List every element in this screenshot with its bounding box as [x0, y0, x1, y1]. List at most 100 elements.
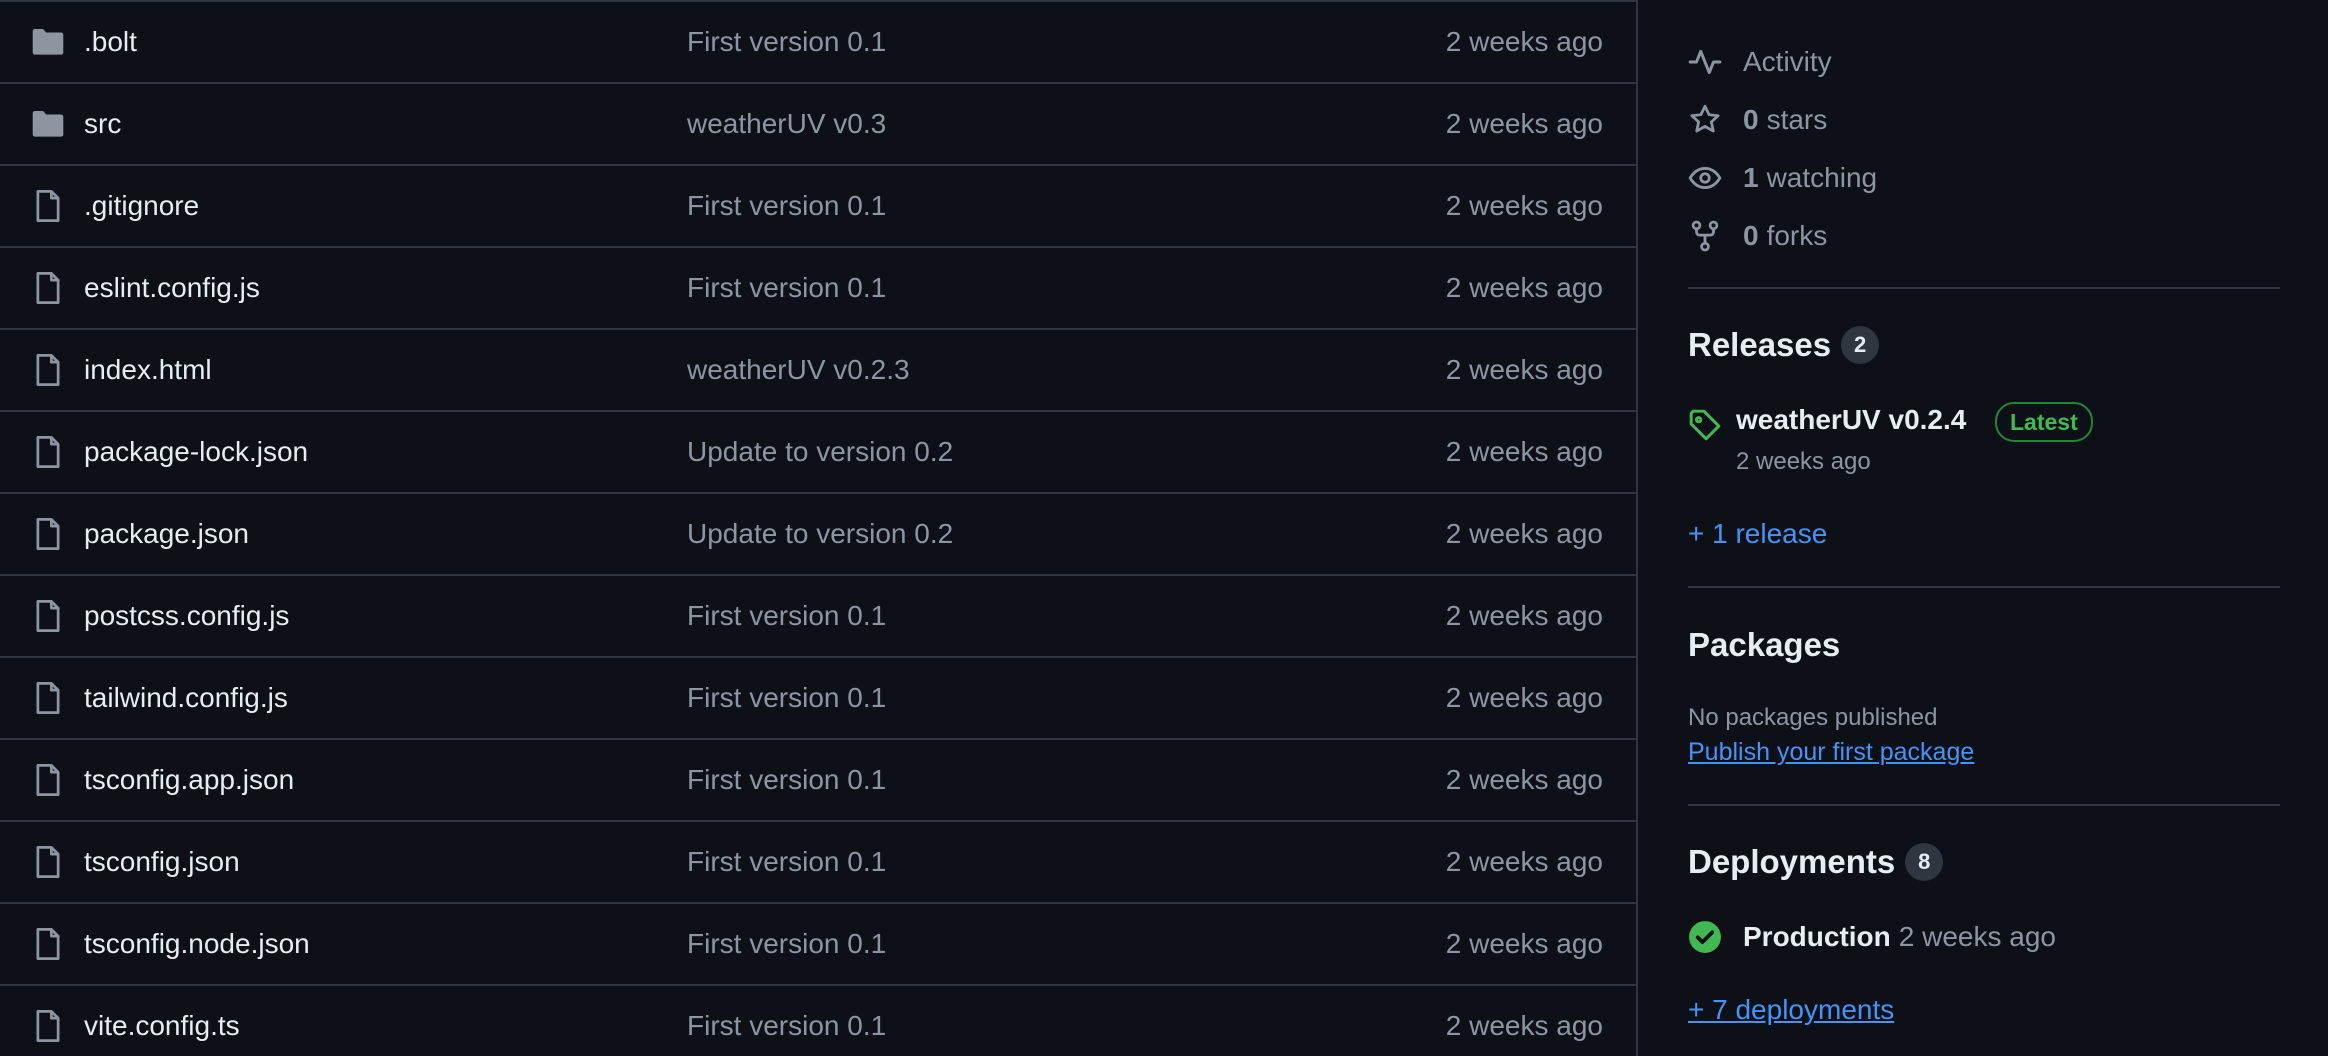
commit-message-link[interactable]: First version 0.1 [687, 904, 886, 984]
commit-message-link[interactable]: Update to version 0.2 [687, 412, 953, 492]
file-icon [36, 846, 60, 878]
commit-time: 2 weeks ago [1445, 26, 1603, 57]
file-row[interactable]: postcss.config.js First version 0.1 2 week… [0, 574, 1636, 656]
file-name-link[interactable]: src [84, 84, 121, 164]
commit-time: 2 weeks ago [1445, 846, 1603, 877]
divider [1688, 804, 2280, 806]
file-name-link[interactable]: .gitignore [84, 166, 199, 246]
file-row[interactable]: tsconfig.node.json First version 0.1 2 wee… [0, 902, 1636, 984]
deployments-count-badge: 8 [1905, 843, 1944, 881]
packages-title: Packages [1688, 626, 1841, 663]
file-name-link[interactable]: tsconfig.node.json [84, 904, 310, 984]
file-name-link[interactable]: index.html [84, 330, 212, 410]
commit-time: 2 weeks ago [1445, 354, 1603, 385]
deployments-title: Deployments [1688, 843, 1896, 880]
stars-label: stars [1766, 104, 1828, 135]
commit-message-link[interactable]: First version 0.1 [687, 822, 886, 902]
file-row[interactable]: vite.config.ts First version 0.1 2 weeks a… [0, 984, 1636, 1056]
commit-time: 2 weeks ago [1445, 928, 1603, 959]
commit-message-link[interactable]: First version 0.1 [687, 248, 886, 328]
commit-message-link[interactable]: Update to version 0.2 [687, 494, 953, 574]
file-name-link[interactable]: tailwind.config.js [84, 658, 288, 738]
commit-message-link[interactable]: First version 0.1 [687, 740, 886, 820]
pulse-icon [1688, 49, 1722, 75]
file-row[interactable]: tsconfig.app.json First version 0.1 2 week… [0, 738, 1636, 820]
file-icon [36, 928, 60, 960]
file-icon [36, 764, 60, 796]
commit-time: 2 weeks ago [1445, 1010, 1603, 1041]
check-circle-icon [1689, 921, 1721, 953]
file-icon [36, 682, 60, 714]
file-icon [36, 600, 60, 632]
watching-label: watching [1766, 162, 1878, 193]
commit-message-link[interactable]: First version 0.1 [687, 986, 886, 1056]
file-row[interactable]: tsconfig.json First version 0.1 2 weeks ag… [0, 820, 1636, 902]
commit-message-link[interactable]: First version 0.1 [687, 658, 886, 738]
file-row[interactable]: src weatherUV v0.3 2 weeks ago [0, 82, 1636, 164]
file-row[interactable]: .bolt First version 0.1 2 weeks ago [0, 0, 1636, 82]
releases-title: Releases [1688, 326, 1832, 363]
fork-icon [1691, 220, 1719, 252]
divider [1688, 586, 2280, 588]
commit-time: 2 weeks ago [1445, 518, 1603, 549]
release-date: 2 weeks ago [1736, 448, 1871, 475]
file-row[interactable]: package-lock.json Update to version 0.2 2 … [0, 410, 1636, 492]
commit-time: 2 weeks ago [1445, 600, 1603, 631]
deployment-production: Production 2 weeks ago [1688, 920, 2056, 954]
file-row[interactable]: package.json Update to version 0.2 2 weeks… [0, 492, 1636, 574]
commit-time: 2 weeks ago [1445, 108, 1603, 139]
file-name-link[interactable]: eslint.config.js [84, 248, 260, 328]
more-releases-link[interactable]: + 1 release [1688, 518, 1827, 550]
latest-badge: Latest [1995, 402, 2093, 442]
forks-count: 0 [1743, 220, 1759, 251]
commit-time: 2 weeks ago [1445, 190, 1603, 221]
file-name-link[interactable]: tsconfig.app.json [84, 740, 294, 820]
commit-message-link[interactable]: weatherUV v0.2.3 [687, 330, 910, 410]
file-name-link[interactable]: tsconfig.json [84, 822, 240, 902]
file-row[interactable]: tailwind.config.js First version 0.1 2 wee… [0, 656, 1636, 738]
file-icon [36, 190, 60, 222]
packages-heading[interactable]: Packages [1688, 626, 1840, 664]
file-table: .bolt First version 0.1 2 weeks ago src weat… [0, 0, 1638, 1056]
file-icon [36, 1010, 60, 1042]
star-icon [1690, 104, 1720, 133]
commit-time: 2 weeks ago [1445, 272, 1603, 303]
file-name-link[interactable]: vite.config.ts [84, 986, 240, 1056]
commit-message-link[interactable]: First version 0.1 [687, 2, 886, 82]
file-icon [36, 518, 60, 550]
deployments-heading[interactable]: Deployments 8 [1688, 843, 1944, 881]
commit-message-link[interactable]: weatherUV v0.3 [687, 84, 886, 164]
more-deployments-link[interactable]: + 7 deployments [1688, 994, 1894, 1026]
file-row[interactable]: index.html weatherUV v0.2.3 2 weeks ago [0, 328, 1636, 410]
stars-count: 0 [1743, 104, 1759, 135]
tag-icon [1689, 409, 1721, 441]
file-name-link[interactable]: package-lock.json [84, 412, 308, 492]
commit-time: 2 weeks ago [1445, 436, 1603, 467]
commit-message-link[interactable]: First version 0.1 [687, 576, 886, 656]
production-link[interactable]: Production [1743, 921, 1891, 953]
file-row[interactable]: .gitignore First version 0.1 2 weeks ago [0, 164, 1636, 246]
commit-message-link[interactable]: First version 0.1 [687, 166, 886, 246]
commit-time: 2 weeks ago [1445, 764, 1603, 795]
forks-link[interactable]: 0 forks [1688, 216, 1827, 256]
activity-link[interactable]: Activity [1688, 42, 1832, 82]
file-icon [36, 354, 60, 386]
watching-link[interactable]: 1 watching [1688, 158, 1877, 198]
publish-package-link[interactable]: Publish your first package [1688, 738, 1974, 767]
latest-release-link[interactable]: weatherUV v0.2.4 [1736, 404, 1966, 436]
file-row[interactable]: eslint.config.js First version 0.1 2 weeks… [0, 246, 1636, 328]
commit-time: 2 weeks ago [1445, 682, 1603, 713]
no-packages-text: No packages published [1688, 704, 1938, 731]
file-name-link[interactable]: .bolt [84, 2, 137, 82]
releases-heading[interactable]: Releases 2 [1688, 326, 1880, 364]
file-name-link[interactable]: postcss.config.js [84, 576, 289, 656]
production-time: 2 weeks ago [1898, 921, 2056, 952]
folder-icon [32, 28, 64, 55]
stars-link[interactable]: 0 stars [1688, 100, 1827, 140]
repo-sidebar: Activity 0 stars 1 watching 0 forks Rele… [1688, 0, 2280, 1056]
repo-page: .bolt First version 0.1 2 weeks ago src weat… [0, 0, 2328, 1056]
file-icon [36, 436, 60, 468]
divider [1688, 287, 2280, 289]
activity-label: Activity [1743, 46, 1832, 77]
file-name-link[interactable]: package.json [84, 494, 249, 574]
